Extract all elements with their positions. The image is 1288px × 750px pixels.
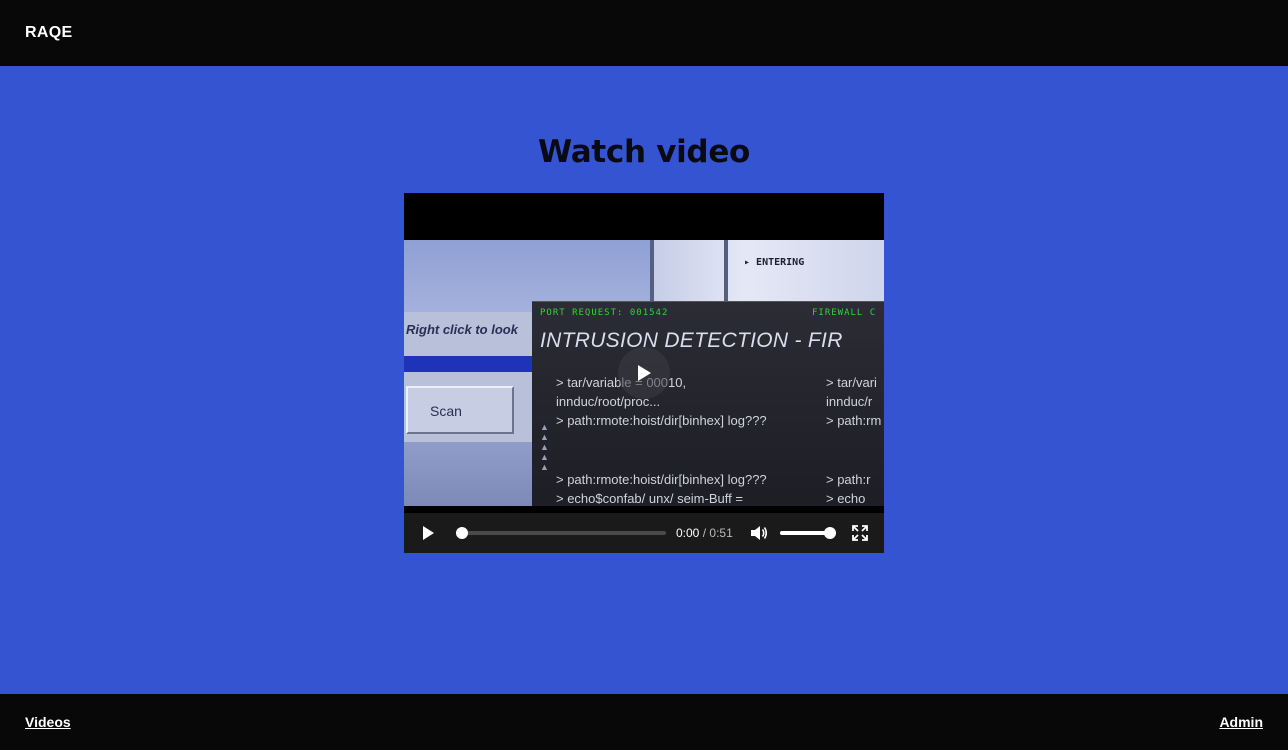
current-time: 0:00 xyxy=(676,526,700,540)
frame-terminal-line: > path:r xyxy=(826,472,871,487)
page-title: Watch video xyxy=(537,134,751,170)
top-bar: RAQE xyxy=(0,0,1288,66)
play-pause-button[interactable] xyxy=(420,525,436,541)
frame-port-request: PORT REQUEST: 001542 xyxy=(540,308,669,318)
frame-headline: INTRUSION DETECTION - FIR xyxy=(540,329,843,352)
frame-blue-bar xyxy=(404,356,539,372)
time-separator: / xyxy=(702,526,707,540)
admin-link[interactable]: Admin xyxy=(1219,714,1263,730)
frame-terminal-line: innduc/r xyxy=(826,394,873,409)
frame-pillar xyxy=(724,240,728,310)
frame-pillar xyxy=(650,240,654,310)
frame-terminal-line: > echo xyxy=(826,491,866,506)
big-play-button[interactable] xyxy=(618,347,670,399)
frame-arrow-markers: ▲ ▲ ▲ ▲ ▲ xyxy=(540,422,549,472)
time-display: 0:00 / 0:51 xyxy=(676,526,733,540)
play-icon xyxy=(638,365,651,381)
frame-terminal-line: > path:rm xyxy=(826,413,882,428)
volume-slider[interactable] xyxy=(780,527,836,539)
frame-terminal-line: > path:rmote:hoist/dir[binhex] log??? xyxy=(556,413,767,428)
frame-terminal-panel: PORT REQUEST: 001542 FIREWALL C INTRUSIO… xyxy=(532,301,884,506)
video-controls: 0:00 / 0:51 xyxy=(404,513,884,553)
frame-terminal-line: > echo$confab/ unx/ seim-Buff = xyxy=(556,491,743,506)
fullscreen-icon[interactable] xyxy=(852,525,868,541)
frame-terminal-line: > path:rmote:hoist/dir[binhex] log??? xyxy=(556,472,767,487)
videos-link[interactable]: Videos xyxy=(25,714,71,730)
duration: 0:51 xyxy=(709,526,733,540)
volume-icon[interactable] xyxy=(750,525,768,541)
brand-logo[interactable]: RAQE xyxy=(25,24,72,42)
volume-handle[interactable] xyxy=(824,527,836,539)
frame-terminal-line: > tar/vari xyxy=(826,375,877,390)
frame-scan-button: Scan xyxy=(406,386,514,434)
seek-bar[interactable] xyxy=(456,527,666,539)
video-player[interactable]: ▸ ENTERING Right click to look Scan PORT… xyxy=(404,193,884,553)
frame-firewall-text: FIREWALL C xyxy=(812,308,877,318)
frame-background-wall xyxy=(654,240,884,310)
seek-bar-handle[interactable] xyxy=(456,527,468,539)
frame-right-click-text: Right click to look xyxy=(406,322,518,337)
frame-entering-text: ▸ ENTERING xyxy=(744,257,805,268)
footer-bar: Videos Admin xyxy=(0,694,1288,750)
